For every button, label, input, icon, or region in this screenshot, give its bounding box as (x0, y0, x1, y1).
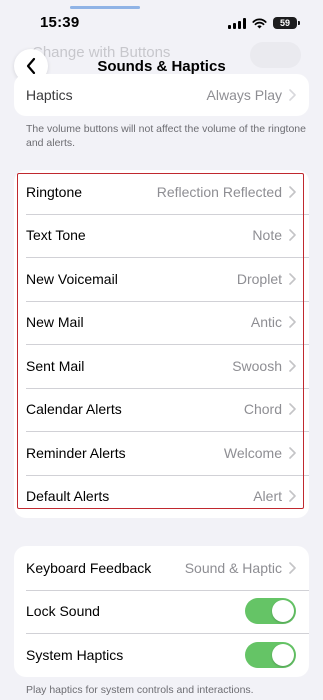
chevron-right-icon (289, 229, 296, 242)
sound-row-label: Text Tone (26, 227, 86, 244)
sound-row-reminder-alerts[interactable]: Reminder Alerts Welcome (14, 431, 309, 475)
sound-row-default-alerts[interactable]: Default Alerts Alert (14, 474, 309, 519)
sound-row-value: Welcome (223, 444, 282, 461)
volume-buttons-note: The volume buttons will not affect the v… (26, 123, 306, 149)
chevron-right-icon (289, 561, 296, 574)
sound-row-value: Alert (253, 488, 282, 505)
volume-level-fill (70, 6, 140, 9)
lock-sound-label: Lock Sound (26, 603, 100, 620)
sound-row-label: Ringtone (26, 183, 83, 200)
sound-row-label: Reminder Alerts (26, 444, 126, 461)
sounds-card: Ringtone Reflection Reflected Text Tone … (14, 170, 309, 518)
sound-row-calendar-alerts[interactable]: Calendar Alerts Chord (14, 387, 309, 432)
sound-row-label: New Mail (26, 314, 84, 331)
keyboard-feedback-label: Keyboard Feedback (26, 559, 152, 576)
chevron-right-icon (289, 359, 296, 372)
sound-row-label: Default Alerts (26, 488, 110, 505)
feedback-card: Keyboard Feedback Sound & Haptic Lock So… (14, 546, 309, 677)
sound-row-new-voicemail[interactable]: New Voicemail Droplet (14, 257, 309, 301)
sound-row-label: New Voicemail (26, 270, 118, 287)
sound-row-ringtone[interactable]: Ringtone Reflection Reflected (14, 170, 309, 214)
sound-row-value: Droplet (236, 270, 282, 287)
keyboard-feedback-value: Sound & Haptic (184, 559, 282, 576)
sound-row-sent-mail[interactable]: Sent Mail Swoosh (14, 344, 309, 388)
sound-row-value: Note (252, 227, 282, 244)
lock-sound-toggle[interactable] (245, 598, 296, 625)
chevron-right-icon (289, 446, 296, 459)
status-time: 15:39 (40, 14, 80, 31)
battery-level: 59 (279, 18, 290, 28)
battery-icon: 59 (273, 17, 300, 29)
sound-row-value: Swoosh (232, 357, 282, 374)
chevron-right-icon (289, 490, 296, 503)
toggle-knob (272, 643, 294, 666)
sound-row-label: Calendar Alerts (26, 401, 122, 418)
sound-row-value: Antic (250, 314, 282, 331)
sound-row-new-mail[interactable]: New Mail Antic (14, 300, 309, 345)
chevron-right-icon (289, 403, 296, 416)
haptics-value: Always Play (206, 87, 282, 103)
chevron-right-icon (289, 89, 296, 101)
volume-level-indicator (70, 6, 140, 9)
sound-row-value: Reflection Reflected (156, 183, 282, 200)
system-haptics-toggle[interactable] (245, 641, 296, 668)
wifi-icon (252, 18, 267, 28)
toggle-knob (272, 600, 294, 623)
chevron-right-icon (289, 272, 296, 285)
sound-row-value: Chord (243, 401, 282, 418)
haptics-card: Haptics Always Play (14, 74, 309, 116)
sound-row-text-tone[interactable]: Text Tone Note (14, 213, 309, 258)
haptics-label: Haptics (26, 87, 73, 103)
haptics-row[interactable]: Haptics Always Play (14, 74, 309, 116)
sound-row-label: Sent Mail (26, 357, 85, 374)
system-haptics-row: System Haptics (14, 633, 309, 677)
keyboard-feedback-row[interactable]: Keyboard Feedback Sound & Haptic (14, 546, 309, 590)
chevron-right-icon (289, 185, 296, 198)
system-haptics-note: Play haptics for system controls and int… (26, 684, 254, 696)
page-title: Sounds & Haptics (97, 58, 226, 75)
cellular-signal-icon (228, 17, 246, 29)
chevron-right-icon (289, 316, 296, 329)
status-icons: 59 (228, 14, 300, 32)
lock-sound-row: Lock Sound (14, 589, 309, 634)
system-haptics-label: System Haptics (26, 646, 124, 663)
